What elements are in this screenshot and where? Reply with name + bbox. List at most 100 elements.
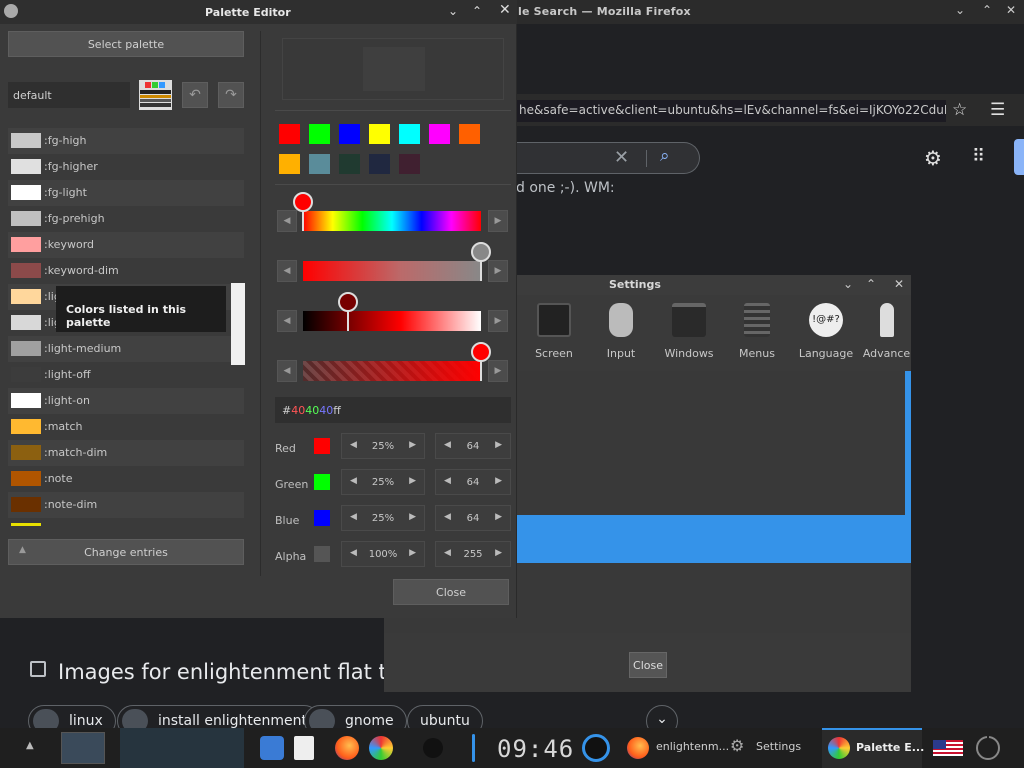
channel-value-spinner[interactable]: ◀ 64 ▶ [435,469,511,495]
menu-hamburger-icon[interactable]: ☰ [990,100,1005,120]
apps-grid-icon[interactable]: ⠿ [972,146,985,167]
quick-color-swatch[interactable] [459,124,480,144]
chevron-right-icon[interactable]: ▶ [409,512,416,522]
chevron-right-icon[interactable]: ▶ [495,512,502,522]
palette-entry[interactable]: :match [8,414,244,440]
volume-icon[interactable] [472,734,475,762]
settings-gear-icon[interactable]: ⚙ [924,146,942,170]
quick-color-swatch[interactable] [279,154,300,174]
channel-percent-spinner[interactable]: ◀ 100% ▶ [341,541,425,567]
palette-entry[interactable]: :fg-prehigh [8,206,244,232]
palette-entry[interactable]: :fg-high [8,128,244,154]
settings-close-button[interactable]: Close [629,652,667,678]
close-icon[interactable]: ✕ [894,277,904,291]
google-search-box[interactable]: ✕ ⌕ [516,142,700,174]
settings-item-language[interactable]: !@#? Language [794,303,858,360]
chevron-right-icon[interactable]: ▶ [409,476,416,486]
channel-value-spinner[interactable]: ◀ 64 ▶ [435,433,511,459]
chevron-up-icon[interactable]: ▲ [26,740,34,751]
palette-entry[interactable]: :note [8,466,244,492]
quick-color-swatch[interactable] [309,154,330,174]
quick-color-swatch[interactable] [369,124,390,144]
chevron-right-icon[interactable]: ▶ [495,440,502,450]
channel-value-spinner[interactable]: ◀ 255 ▶ [435,541,511,567]
channel-value-spinner[interactable]: ◀ 64 ▶ [435,505,511,531]
palette-entry[interactable]: :light-on [8,388,244,414]
channel-percent-spinner[interactable]: ◀ 25% ▶ [341,505,425,531]
hue-slider[interactable] [303,211,481,231]
hue-decrease-arrow[interactable]: ◀ [277,210,297,232]
palette-close-button[interactable]: Close [393,579,509,605]
quick-color-swatch[interactable] [399,154,420,174]
maximize-icon[interactable]: ⌃ [982,3,992,17]
palette-entry[interactable]: :light-off [8,362,244,388]
alpha-decrease-arrow[interactable]: ◀ [277,360,297,382]
task-firefox[interactable]: enlightenm... [656,740,729,753]
chevron-right-icon[interactable]: ▶ [409,440,416,450]
palette-entry[interactable]: :keyword-dim [8,258,244,284]
alpha-knob[interactable] [471,342,491,362]
settings-item-screen[interactable]: Screen [522,303,586,360]
saturation-slider[interactable] [303,261,481,281]
minimize-icon[interactable]: ⌄ [448,4,458,18]
settings-item-menus[interactable]: Menus [725,303,789,360]
chevron-right-icon[interactable]: ▶ [495,548,502,558]
palette-name-field[interactable]: default [8,82,130,108]
maximize-icon[interactable]: ⌃ [472,4,482,18]
file-icon[interactable] [294,736,314,760]
task-palette-active[interactable]: Palette E... [822,728,924,768]
saturation-increase-arrow[interactable]: ▶ [488,260,508,282]
url-field[interactable]: he&safe=active&client=ubuntu&hs=lEv&chan… [516,100,946,122]
quick-color-swatch[interactable] [369,154,390,174]
activity-ring-icon[interactable] [582,734,610,762]
minimize-icon[interactable]: ⌄ [843,277,853,291]
settings-item-windows[interactable]: Windows [657,303,721,360]
sign-in-button[interactable] [1014,139,1024,175]
lightbulb-icon[interactable] [423,738,443,758]
palette-icon[interactable] [369,736,393,760]
quick-color-swatch[interactable] [339,154,360,174]
firefox-icon[interactable] [335,736,359,760]
alpha-slider[interactable] [303,361,481,381]
quick-color-swatch[interactable] [309,124,330,144]
hex-color-field[interactable]: #404040ff [275,397,511,423]
pane-divider[interactable] [260,31,261,576]
redo-icon[interactable]: ↷ [218,82,244,108]
channel-percent-spinner[interactable]: ◀ 25% ▶ [341,433,425,459]
power-icon[interactable] [976,734,1000,760]
clear-search-icon[interactable]: ✕ [614,147,629,168]
task-settings[interactable]: Settings [756,740,801,753]
alpha-increase-arrow[interactable]: ▶ [488,360,508,382]
undo-icon[interactable]: ↶ [182,82,208,108]
value-decrease-arrow[interactable]: ◀ [277,310,297,332]
value-slider[interactable] [303,311,481,331]
value-increase-arrow[interactable]: ▶ [488,310,508,332]
change-entries-button[interactable]: ▲ Change entries [8,539,244,565]
settings-selected-row[interactable] [517,515,911,563]
close-icon[interactable]: ✕ [499,2,511,18]
saturation-knob[interactable] [471,242,491,262]
quick-color-swatch[interactable] [399,124,420,144]
quick-color-swatch[interactable] [279,124,300,144]
search-icon[interactable]: ⌕ [660,146,670,166]
settings-item-input[interactable]: Input [589,303,653,360]
chevron-right-icon[interactable]: ▶ [495,476,502,486]
quick-color-swatch[interactable] [429,124,450,144]
palette-entry[interactable]: :match-dim [8,440,244,466]
hue-increase-arrow[interactable]: ▶ [488,210,508,232]
value-knob[interactable] [337,292,358,312]
bookmark-star-icon[interactable]: ☆ [952,100,967,120]
maximize-icon[interactable]: ⌃ [866,277,876,291]
palette-entry[interactable]: :keyword [8,232,244,258]
settings-item-advanced[interactable]: Advance [862,303,911,360]
channel-percent-spinner[interactable]: ◀ 25% ▶ [341,469,425,495]
palette-entry[interactable]: :light-medium [8,336,244,362]
chevron-right-icon[interactable]: ▶ [409,548,416,558]
palette-entry[interactable]: :fg-higher [8,154,244,180]
quick-color-swatch[interactable] [339,124,360,144]
minimize-icon[interactable]: ⌄ [955,3,965,17]
select-palette-button[interactable]: Select palette [8,31,244,57]
palette-entry[interactable]: :fg-light [8,180,244,206]
hue-knob[interactable] [293,192,313,212]
search-launcher-icon[interactable] [260,736,284,760]
